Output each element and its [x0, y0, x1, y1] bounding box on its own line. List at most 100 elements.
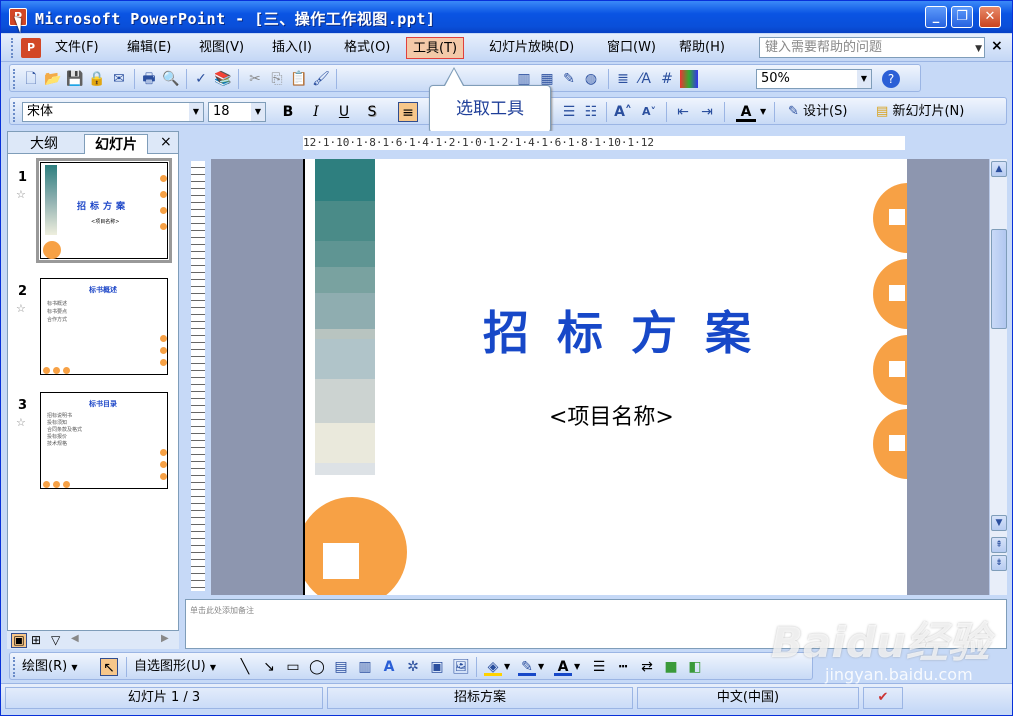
wordart-icon[interactable]: A: [380, 658, 398, 676]
slide-thumbnail-2[interactable]: 标书概述 标书概述 标书要点 合作方式: [40, 278, 168, 375]
color-grayscale-icon[interactable]: [680, 70, 698, 88]
3d-style-icon[interactable]: ◧: [686, 658, 704, 676]
document-close-button[interactable]: ×: [991, 38, 1003, 54]
cut-icon[interactable]: ✂: [246, 70, 264, 88]
draw-menu-button[interactable]: 绘图(R) ▼: [22, 658, 77, 677]
toolbar-grip[interactable]: [13, 657, 16, 677]
show-formatting-icon[interactable]: ⁄A: [636, 70, 654, 88]
insert-diagram-icon[interactable]: ◍: [582, 70, 600, 88]
menu-window[interactable]: 窗口(W): [601, 37, 662, 59]
increase-indent-icon[interactable]: ⇥: [698, 103, 716, 121]
increase-font-icon[interactable]: A˄: [614, 103, 632, 121]
vertical-textbox-icon[interactable]: ▥: [356, 658, 374, 676]
fill-color-icon[interactable]: ◈: [484, 658, 502, 676]
next-slide-icon[interactable]: ⇟: [991, 555, 1007, 571]
spelling-icon[interactable]: ✓: [192, 70, 210, 88]
expand-all-icon[interactable]: ≣: [614, 70, 632, 88]
copy-icon[interactable]: ⎘: [268, 70, 286, 88]
diagram-icon[interactable]: ✲: [404, 658, 422, 676]
line-icon[interactable]: ╲: [236, 658, 254, 676]
font-size-select[interactable]: 18 ▼: [208, 102, 266, 122]
email-icon[interactable]: ✉: [110, 70, 128, 88]
restore-button[interactable]: ❐: [951, 6, 973, 28]
help-icon[interactable]: ?: [882, 70, 900, 88]
toolbar-grip[interactable]: [11, 38, 14, 58]
chevron-down-icon[interactable]: ▼: [857, 70, 871, 88]
font-color-icon[interactable]: A: [554, 658, 572, 676]
bold-button[interactable]: B: [278, 102, 298, 122]
chevron-down-icon[interactable]: ▼: [538, 662, 544, 671]
title-bar[interactable]: P Microsoft PowerPoint - [三、操作工作视图.ppt] …: [1, 1, 1012, 33]
font-color-button[interactable]: A: [736, 102, 756, 122]
menu-view[interactable]: 视图(V): [193, 37, 250, 59]
previous-slide-icon[interactable]: ⇞: [991, 537, 1007, 553]
zoom-select[interactable]: 50% ▼: [756, 69, 872, 89]
font-select[interactable]: 宋体 ▼: [22, 102, 204, 122]
scroll-left-icon[interactable]: ◀: [71, 633, 79, 644]
menu-edit[interactable]: 编辑(E): [121, 37, 177, 59]
print-icon[interactable]: 🖶: [140, 70, 158, 88]
chevron-down-icon[interactable]: ▼: [975, 40, 982, 59]
menu-slideshow[interactable]: 幻灯片放映(D): [483, 37, 580, 59]
print-preview-icon[interactable]: 🔍: [162, 70, 180, 88]
toolbar-grip[interactable]: [13, 102, 16, 122]
picture-icon[interactable]: 🖼: [452, 658, 470, 676]
chevron-down-icon[interactable]: ▼: [504, 662, 510, 671]
spelling-status-icon[interactable]: ✔: [863, 687, 903, 709]
vertical-scrollbar[interactable]: ▲ ▼ ⇞ ⇟: [989, 159, 1007, 595]
slide-canvas[interactable]: 招标方案 <项目名称>: [303, 159, 907, 595]
scroll-thumb[interactable]: [991, 229, 1007, 329]
save-icon[interactable]: 💾: [66, 70, 84, 88]
research-icon[interactable]: 📚: [214, 70, 232, 88]
tab-outline[interactable]: 大纲: [20, 134, 68, 154]
shadow-style-icon[interactable]: ■: [662, 658, 680, 676]
scroll-up-icon[interactable]: ▲: [991, 161, 1007, 177]
new-slide-button[interactable]: ▤ 新幻灯片(N): [876, 103, 964, 121]
slide-thumbnail-1[interactable]: 招标方案 <项目名称>: [36, 158, 172, 263]
help-search-input[interactable]: 键入需要帮助的问题 ▼: [759, 37, 985, 58]
menu-insert[interactable]: 插入(I): [266, 37, 318, 59]
menu-file[interactable]: 文件(F): [49, 37, 105, 59]
chevron-down-icon[interactable]: ▼: [251, 103, 265, 121]
slide-subtitle[interactable]: <项目名称>: [549, 399, 674, 431]
arrow-style-icon[interactable]: ⇄: [638, 658, 656, 676]
underline-button[interactable]: U: [334, 102, 354, 122]
close-button[interactable]: ✕: [979, 6, 1001, 28]
numbering-icon[interactable]: ☷: [582, 103, 600, 121]
dash-style-icon[interactable]: ┅: [614, 658, 632, 676]
normal-view-icon[interactable]: ▣: [11, 633, 27, 648]
tables-borders-icon[interactable]: ✎: [560, 70, 578, 88]
decrease-font-icon[interactable]: A˅: [640, 103, 658, 121]
pane-close-button[interactable]: ×: [160, 134, 172, 150]
document-icon[interactable]: P: [21, 38, 41, 58]
slide-thumbnail-3[interactable]: 标书目录 招标说明书 投标须知 合同条款及格式 投标报价 技术规格: [40, 392, 168, 489]
chevron-down-icon[interactable]: ▼: [574, 662, 580, 671]
oval-icon[interactable]: ◯: [308, 658, 326, 676]
slide-title[interactable]: 招标方案: [483, 297, 779, 363]
textbox-icon[interactable]: ▤: [332, 658, 350, 676]
open-folder-icon[interactable]: 📂: [44, 70, 62, 88]
rectangle-icon[interactable]: ▭: [284, 658, 302, 676]
show-grid-icon[interactable]: #: [658, 70, 676, 88]
italic-button[interactable]: I: [306, 102, 326, 122]
align-left-icon[interactable]: ≡: [398, 102, 418, 122]
slide-sorter-icon[interactable]: ⊞: [31, 633, 41, 647]
format-painter-icon[interactable]: 🖌: [312, 70, 330, 88]
design-button[interactable]: ✎ 设计(S): [788, 103, 847, 121]
chevron-down-icon[interactable]: ▼: [760, 107, 766, 116]
line-style-icon[interactable]: ☰: [590, 658, 608, 676]
line-color-icon[interactable]: ✎: [518, 658, 536, 676]
permission-icon[interactable]: 🔒: [88, 70, 106, 88]
menu-help[interactable]: 帮助(H): [673, 37, 731, 59]
arrow-icon[interactable]: ↘: [260, 658, 278, 676]
new-document-icon[interactable]: 🗋: [22, 70, 40, 88]
clipart-icon[interactable]: ▣: [428, 658, 446, 676]
toolbar-grip[interactable]: [13, 69, 16, 89]
tab-slides[interactable]: 幻灯片: [84, 134, 148, 154]
scroll-down-icon[interactable]: ▼: [991, 515, 1007, 531]
paste-icon[interactable]: 📋: [290, 70, 308, 88]
decrease-indent-icon[interactable]: ⇤: [674, 103, 692, 121]
slideshow-icon[interactable]: ▽: [51, 633, 60, 647]
scroll-right-icon[interactable]: ▶: [161, 633, 169, 644]
shadow-button[interactable]: S: [362, 102, 382, 122]
